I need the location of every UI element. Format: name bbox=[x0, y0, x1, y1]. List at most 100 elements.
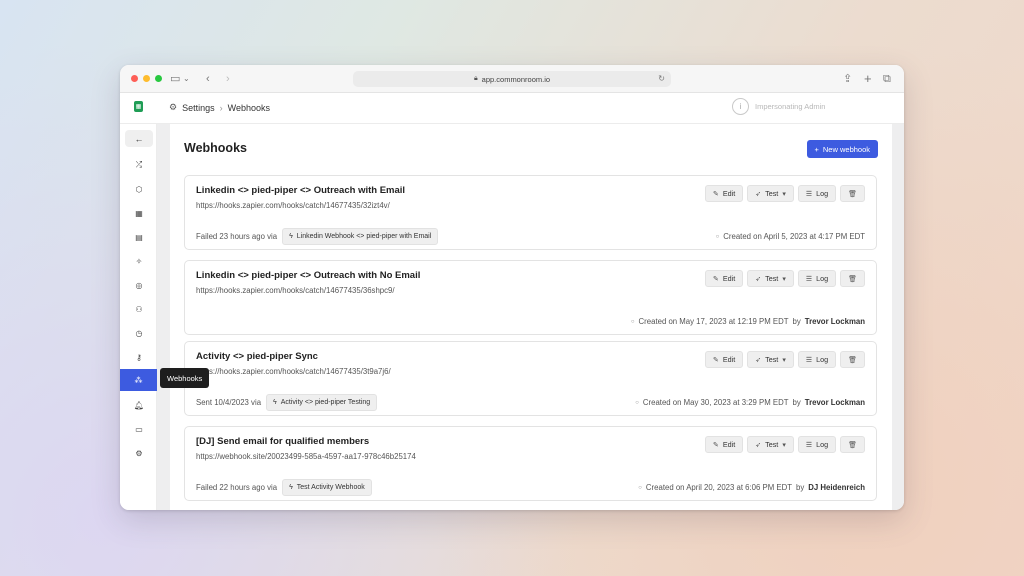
webhook-title: [DJ] Send email for qualified members bbox=[196, 436, 370, 447]
impersonation-indicator[interactable]: i Impersonating Admin bbox=[732, 98, 825, 115]
sidebar-item-display[interactable]: ▭ bbox=[125, 419, 153, 439]
sidebar-item-tags[interactable]: ⬡ bbox=[125, 179, 153, 199]
window-controls bbox=[131, 75, 162, 82]
sidebar-item-activity[interactable]: ⤮ bbox=[125, 155, 153, 175]
sidebar-item-settings[interactable]: ⚙ bbox=[125, 443, 153, 463]
chevron-down-icon[interactable]: ⌄ bbox=[183, 71, 190, 87]
sidebar-item-apps[interactable]: ▦ bbox=[125, 203, 153, 223]
test-label: Test bbox=[765, 274, 779, 283]
share-icon[interactable]: ⇪ bbox=[843, 71, 852, 87]
arrow-left-icon: ← bbox=[134, 133, 144, 144]
bolt-icon: ϟ bbox=[289, 233, 293, 240]
list-icon: ☰ bbox=[805, 190, 813, 198]
zoom-window-button[interactable] bbox=[155, 75, 162, 82]
log-label: Log bbox=[816, 355, 829, 364]
close-window-button[interactable] bbox=[131, 75, 138, 82]
new-webhook-button[interactable]: + New webhook bbox=[806, 140, 878, 158]
new-tab-icon[interactable]: + bbox=[864, 71, 872, 86]
edit-button[interactable]: ✎ Edit bbox=[704, 351, 744, 368]
log-button[interactable]: ☰ Log bbox=[797, 270, 837, 287]
created-info: ○ Created on April 20, 2023 at 6:06 PM E… bbox=[638, 483, 865, 492]
edit-icon: ✎ bbox=[712, 441, 719, 449]
edit-button[interactable]: ✎ Edit bbox=[704, 270, 744, 287]
back-arrow-icon[interactable]: ‹ bbox=[206, 71, 210, 87]
webhook-url: https://webhook.site/20023499-585a-4597-… bbox=[196, 452, 416, 461]
plus-icon: + bbox=[814, 144, 819, 154]
status-text: Sent 10/4/2023 via bbox=[196, 398, 262, 407]
circle-icon: ○ bbox=[715, 233, 720, 240]
circle-icon: ○ bbox=[635, 399, 639, 406]
created-by: by bbox=[792, 317, 801, 326]
person-icon: ⚇ bbox=[135, 304, 143, 314]
webhook-actions: ✎ Edit ➶ Test ▾ ☰ Log 🗑︎ bbox=[704, 436, 865, 453]
breadcrumb: ⚙ Settings › Webhooks bbox=[169, 102, 270, 113]
trigger-label: Test Activity Webhook bbox=[296, 484, 365, 491]
sidebar-item-reports[interactable]: ▤ bbox=[125, 227, 153, 247]
test-button[interactable]: ➶ Test ▾ bbox=[747, 351, 794, 368]
app-topbar: ▦ ⚙ Settings › Webhooks i Impersonating … bbox=[120, 93, 904, 124]
trigger-chip[interactable]: ϟ Linkedin Webhook <> pied-piper with Ema… bbox=[282, 228, 439, 245]
test-button[interactable]: ➶ Test ▾ bbox=[747, 270, 794, 287]
test-button[interactable]: ➶ Test ▾ bbox=[747, 436, 794, 453]
sidebar-item-members[interactable]: ⚇ bbox=[125, 299, 153, 319]
trash-icon: 🗑︎ bbox=[848, 190, 857, 198]
sidebar-item-keys[interactable]: ⚷ bbox=[125, 347, 153, 367]
app-logo[interactable]: ▦ bbox=[134, 101, 143, 112]
edit-button[interactable]: ✎ Edit bbox=[704, 436, 744, 453]
minimize-window-button[interactable] bbox=[143, 75, 150, 82]
webhook-url: https://hooks.zapier.com/hooks/catch/146… bbox=[196, 367, 391, 376]
sidebar-item-segments[interactable]: ◎ bbox=[125, 275, 153, 295]
key-icon: ⚷ bbox=[136, 352, 142, 362]
tab-overview-icon[interactable]: ⧉ bbox=[883, 71, 891, 87]
globe-icon: ◎ bbox=[135, 280, 143, 290]
breadcrumb-settings[interactable]: Settings bbox=[182, 103, 215, 113]
reload-icon[interactable]: ↻ bbox=[658, 74, 665, 83]
sidebar-toggle-icon[interactable]: ▭ bbox=[170, 71, 180, 87]
monitor-icon: ▭ bbox=[135, 424, 143, 434]
impersonation-label: Impersonating Admin bbox=[755, 102, 826, 111]
edit-label: Edit bbox=[722, 189, 736, 198]
delete-button[interactable]: 🗑︎ bbox=[840, 436, 865, 453]
webhook-card: Linkedin <> pied-piper <> Outreach with … bbox=[184, 260, 877, 335]
sidebar-item-workflows[interactable]: ✧ bbox=[125, 251, 153, 271]
right-gutter bbox=[892, 124, 904, 510]
created-text: Created on April 5, 2023 at 4:17 PM EDT bbox=[723, 232, 865, 241]
settings-gear-icon: ⚙ bbox=[135, 448, 143, 458]
log-label: Log bbox=[816, 274, 829, 283]
trash-icon: 🗑︎ bbox=[848, 356, 857, 364]
edit-button[interactable]: ✎ Edit bbox=[704, 185, 744, 202]
log-button[interactable]: ☰ Log bbox=[797, 351, 837, 368]
delete-button[interactable]: 🗑︎ bbox=[840, 270, 865, 287]
url-text: app.commonroom.io bbox=[481, 74, 551, 84]
activity-icon: ⤮ bbox=[135, 160, 143, 169]
webhook-actions: ✎ Edit ➶ Test ▾ ☰ Log 🗑︎ bbox=[704, 351, 865, 368]
sidebar-item-history[interactable]: ◷ bbox=[125, 323, 153, 343]
trigger-chip[interactable]: ϟ Activity <> pied-piper Testing bbox=[266, 394, 378, 411]
list-icon: ☰ bbox=[805, 441, 813, 449]
webhook-title: Linkedin <> pied-piper <> Outreach with … bbox=[196, 270, 421, 281]
delete-button[interactable]: 🗑︎ bbox=[840, 351, 865, 368]
browser-window: ▭ ⌄ ‹ › 🔒︎ app.commonroom.io ↻ ⇪ + ⧉ ▦ ⚙… bbox=[120, 65, 904, 510]
log-button[interactable]: ☰ Log bbox=[797, 185, 837, 202]
test-label: Test bbox=[765, 355, 779, 364]
page-title: Webhooks bbox=[184, 141, 247, 155]
edit-icon: ✎ bbox=[712, 356, 719, 364]
test-label: Test bbox=[765, 189, 779, 198]
webhook-card: [DJ] Send email for qualified members ht… bbox=[184, 426, 877, 501]
delete-button[interactable]: 🗑︎ bbox=[840, 185, 865, 202]
trigger-chip[interactable]: ϟ Test Activity Webhook bbox=[282, 479, 372, 496]
author-name: Trevor Lockman bbox=[804, 398, 865, 407]
address-bar[interactable]: 🔒︎ app.commonroom.io ↻ bbox=[353, 71, 671, 87]
sidebar-back-button[interactable]: ← bbox=[125, 130, 153, 147]
left-gutter bbox=[157, 124, 170, 510]
list-icon: ☰ bbox=[805, 356, 813, 364]
sidebar-item-alerts[interactable]: 🔔︎ bbox=[125, 395, 153, 415]
webhook-status: Failed 23 hours ago via ϟ Linkedin Webhoo… bbox=[196, 228, 439, 245]
test-button[interactable]: ➶ Test ▾ bbox=[747, 185, 794, 202]
sidebar-item-webhooks[interactable]: ⁂ bbox=[120, 369, 157, 391]
trigger-label: Activity <> pied-piper Testing bbox=[280, 399, 371, 406]
created-by: by bbox=[792, 398, 801, 407]
log-button[interactable]: ☰ Log bbox=[797, 436, 837, 453]
created-info: ○ Created on May 17, 2023 at 12:19 PM ED… bbox=[631, 317, 865, 326]
forward-arrow-icon[interactable]: › bbox=[226, 71, 230, 87]
